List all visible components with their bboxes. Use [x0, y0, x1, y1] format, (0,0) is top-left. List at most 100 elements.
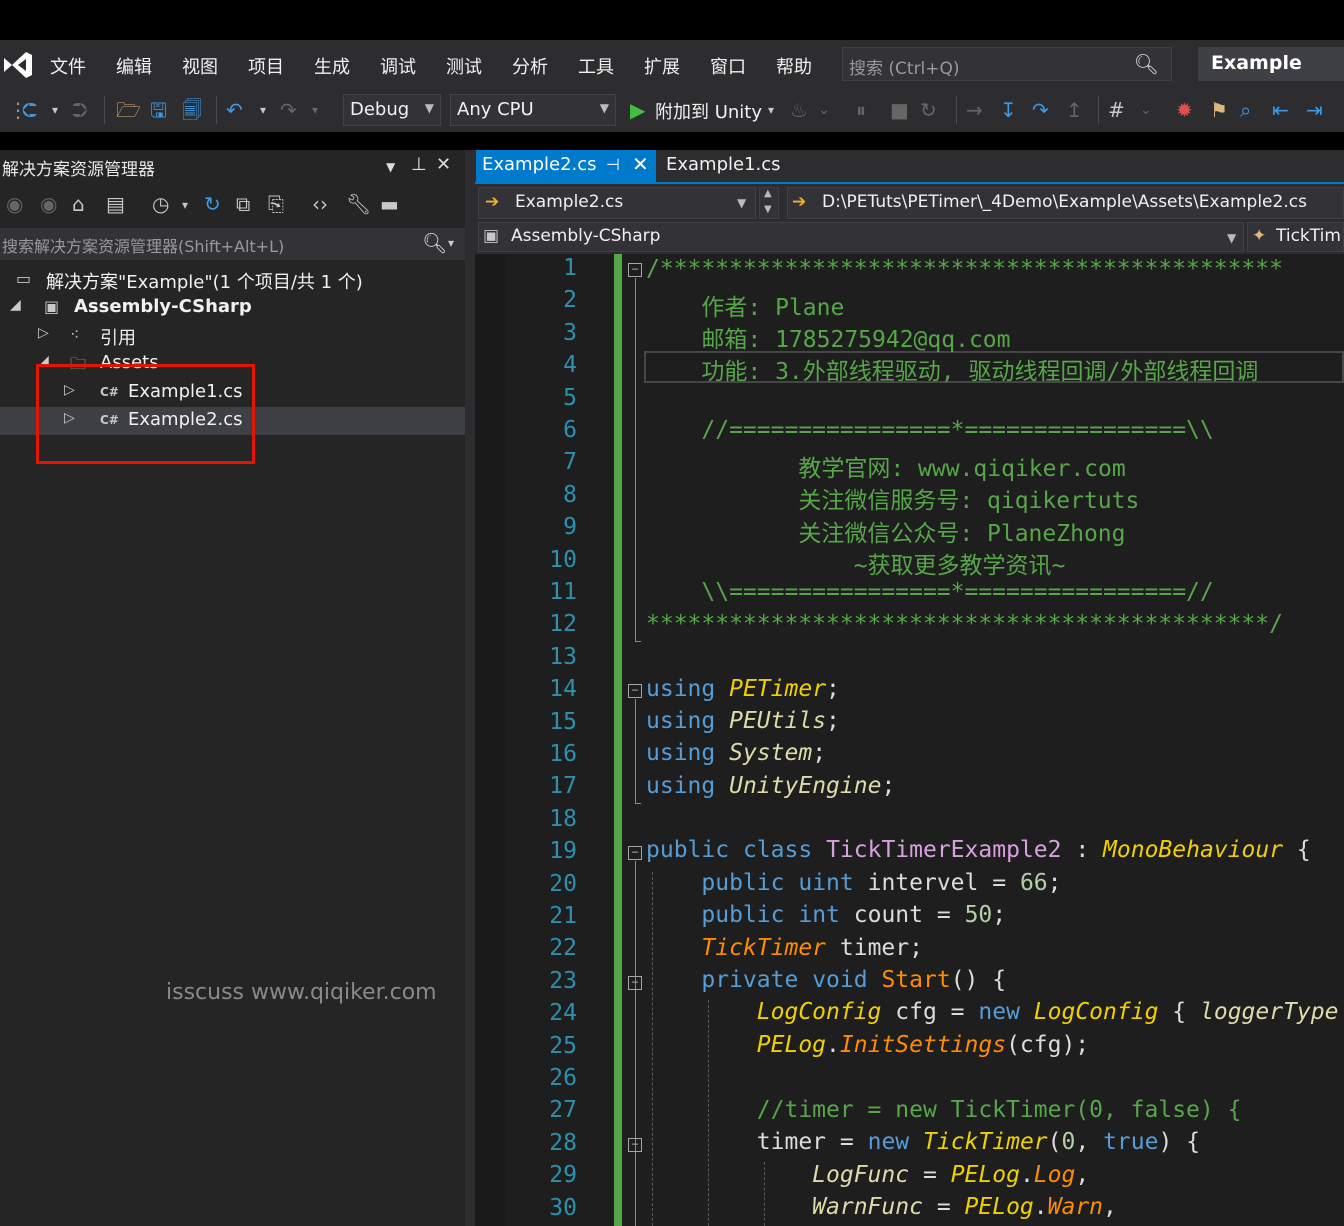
diagnostic-icon[interactable]: ✹ — [1176, 96, 1193, 124]
menu-analyze[interactable]: 分析 — [512, 53, 548, 79]
solution-configuration-select[interactable]: Debug ▼ — [343, 94, 441, 126]
pending-changes-icon[interactable]: ◷ — [152, 192, 169, 216]
project-navigation-select[interactable]: ▣ Assembly-CSharp ▼ — [478, 222, 1244, 252]
pin-icon[interactable]: ⊥ — [411, 154, 427, 175]
unity-explorer-icon[interactable]: ⚑ — [1210, 96, 1228, 124]
code-line-27[interactable]: //timer = new TickTimer(0, false) { — [646, 1097, 1242, 1123]
code-line-24[interactable]: LogConfig cfg = new LogConfig { loggerTy… — [646, 999, 1339, 1025]
solution-explorer-search-input[interactable]: 搜索解决方案资源管理器(Shift+Alt+L) 🔍︎ ▾ — [0, 228, 465, 260]
undo-icon[interactable]: ↶ — [226, 96, 243, 124]
toolbar-overflow-icon[interactable]: ⌄ — [818, 96, 830, 124]
hot-reload-icon[interactable]: ♨ — [790, 96, 808, 124]
step-into-icon[interactable]: ↧ — [1000, 96, 1017, 124]
navigate-forward-icon[interactable]: ⮊ — [72, 96, 87, 124]
panel-menu-chevron-down-icon[interactable]: ▼ — [386, 160, 395, 174]
menu-help[interactable]: 帮助 — [776, 53, 812, 79]
navigate-back-icon[interactable]: ⮈ — [22, 96, 37, 124]
fold-collapse-icon[interactable]: − — [628, 263, 642, 277]
code-line-7[interactable]: 教学官网: www.qiqiker.com — [646, 449, 1125, 483]
tree-item-references[interactable]: ▷ ⁖ 引用 — [0, 322, 465, 350]
member-navigation-select[interactable]: ✦ TickTim — [1247, 222, 1344, 252]
code-line-6[interactable]: //================*================\\ — [646, 417, 1213, 443]
redo-icon[interactable]: ↷ — [280, 96, 297, 124]
menu-tools[interactable]: 工具 — [578, 53, 614, 79]
view-code-icon[interactable]: ‹› — [312, 192, 328, 216]
code-line-28[interactable]: timer = new TickTimer(0, true) { — [646, 1129, 1200, 1155]
back-dropdown-icon[interactable]: ▾ — [52, 96, 58, 124]
file-navigation-select[interactable]: ➔ Example2.cs ▼ — [478, 187, 756, 219]
code-line-23[interactable]: private void Start() { — [646, 967, 1006, 993]
code-line-8[interactable]: 关注微信服务号: qiqikertuts — [646, 481, 1139, 515]
find-icon[interactable]: ⌕ — [1240, 96, 1251, 124]
code-line-25[interactable]: PELog.InitSettings(cfg); — [646, 1032, 1089, 1058]
code-line-11[interactable]: \\================*================// — [646, 579, 1213, 605]
hex-display-icon[interactable]: # — [1108, 96, 1125, 124]
fold-collapse-icon[interactable]: − — [628, 846, 642, 860]
attach-to-unity-button[interactable]: 附加到 Unity — [655, 98, 762, 124]
close-tab-icon[interactable]: ✕ — [632, 152, 649, 176]
menu-build[interactable]: 生成 — [314, 53, 350, 79]
menu-window[interactable]: 窗口 — [710, 53, 746, 79]
visual-studio-logo-icon[interactable] — [2, 50, 34, 80]
step-out-icon[interactable]: ↥ — [1066, 96, 1083, 124]
forward-icon[interactable]: ◉ — [40, 192, 57, 216]
tree-item-solution[interactable]: ▭ 解决方案"Example"(1 个项目/共 1 个) — [0, 266, 465, 294]
refresh-icon[interactable]: ↻ — [204, 192, 221, 216]
search-icon[interactable]: 🔍︎ — [1134, 52, 1159, 76]
menu-file[interactable]: 文件 — [50, 53, 86, 79]
menu-view[interactable]: 视图 — [182, 53, 218, 79]
code-line-2[interactable]: 作者: Plane — [646, 288, 844, 322]
code-line-14[interactable]: using PETimer; — [646, 676, 840, 702]
path-navigation-select[interactable]: ➔ D:\PETuts\PETimer\_4Demo\Example\Asset… — [787, 187, 1344, 219]
menu-debug[interactable]: 调试 — [380, 53, 416, 79]
code-line-12[interactable]: ****************************************… — [646, 611, 1283, 637]
code-line-3[interactable]: 邮箱: 1785275942@qq.com — [646, 320, 1010, 354]
back-icon[interactable]: ◉ — [6, 192, 23, 216]
pin-tab-icon[interactable]: ⊣ — [606, 155, 620, 174]
code-line-29[interactable]: LogFunc = PELog.Log, — [646, 1162, 1089, 1188]
show-next-statement-icon[interactable]: → — [966, 96, 983, 124]
code-line-9[interactable]: 关注微信公众号: PlaneZhong — [646, 514, 1125, 548]
undo-dropdown-icon[interactable]: ▾ — [260, 96, 266, 124]
restart-icon[interactable]: ↻ — [920, 96, 937, 124]
switch-views-icon[interactable]: ▤ — [106, 192, 125, 216]
search-icon[interactable]: 🔍︎ — [422, 231, 447, 255]
pending-dropdown-icon[interactable]: ▾ — [182, 198, 188, 212]
panel-splitter[interactable] — [465, 150, 475, 1226]
collapse-all-icon[interactable]: ⧉ — [236, 192, 250, 216]
open-folder-icon[interactable]: 🗁 — [116, 96, 141, 124]
close-icon[interactable]: ✕ — [436, 154, 451, 175]
show-all-files-icon[interactable]: ⎘ — [268, 192, 284, 216]
code-line-19[interactable]: public class TickTimerExample2 : MonoBeh… — [646, 837, 1311, 863]
code-line-17[interactable]: using UnityEngine; — [646, 773, 895, 799]
code-line-30[interactable]: WarnFunc = PELog.Warn, — [646, 1194, 1117, 1220]
properties-wrench-icon[interactable]: 🔧︎ — [346, 192, 371, 216]
redo-dropdown-icon[interactable]: ▾ — [312, 96, 318, 124]
code-line-15[interactable]: using PEUtils; — [646, 708, 840, 734]
menu-test[interactable]: 测试 — [446, 53, 482, 79]
preview-icon[interactable]: ▬ — [380, 192, 399, 216]
solution-platform-select[interactable]: Any CPU ▼ — [450, 94, 616, 126]
stop-icon[interactable]: ■ — [890, 96, 909, 124]
collapsed-arrow-icon[interactable]: ▷ — [38, 325, 49, 341]
bookmark-next-icon[interactable]: ⇥ — [1306, 96, 1323, 124]
code-line-10[interactable]: ~获取更多教学资讯~ — [646, 546, 1066, 580]
search-options-chevron-down-icon[interactable]: ▾ — [448, 236, 454, 250]
nav-split-button[interactable]: ▲ ▼ — [759, 187, 779, 219]
fold-collapse-icon[interactable]: − — [628, 1138, 642, 1152]
expanded-arrow-icon[interactable]: ◢ — [10, 297, 21, 313]
step-over-icon[interactable]: ↷ — [1032, 96, 1049, 124]
start-play-icon[interactable]: ▶ — [630, 96, 645, 124]
quick-launch-search-input[interactable]: 搜索 (Ctrl+Q) 🔍︎ — [842, 47, 1172, 81]
fold-collapse-icon[interactable]: − — [628, 976, 642, 990]
code-line-21[interactable]: public int count = 50; — [646, 902, 1006, 928]
pause-icon[interactable]: ⏸ — [856, 96, 866, 124]
code-line-16[interactable]: using System; — [646, 740, 826, 766]
bookmark-prev-icon[interactable]: ⇤ — [1272, 96, 1289, 124]
menu-extensions[interactable]: 扩展 — [644, 53, 680, 79]
fold-collapse-icon[interactable]: − — [628, 684, 642, 698]
attach-dropdown-icon[interactable]: ▾ — [768, 96, 774, 124]
indicator-margin[interactable] — [475, 254, 505, 1226]
save-all-icon[interactable]: 🗐 — [182, 96, 202, 124]
code-line-22[interactable]: TickTimer timer; — [646, 935, 923, 961]
